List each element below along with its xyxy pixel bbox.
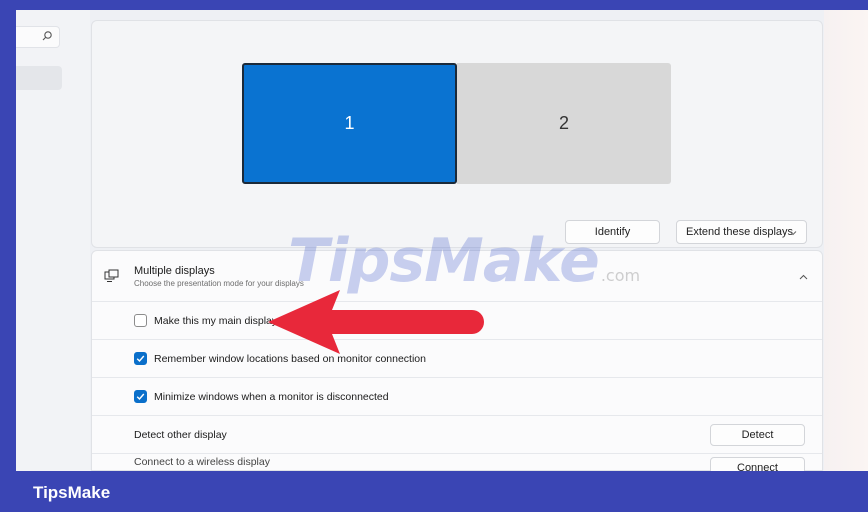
section-title: Multiple displays [134, 265, 215, 277]
minimize-windows-label: Minimize windows when a monitor is disco… [154, 390, 389, 403]
multiple-displays-section: Multiple displays Choose the presentatio… [91, 250, 823, 471]
checkmark-icon [136, 393, 145, 401]
nav-selected-item[interactable] [16, 66, 62, 90]
detect-button[interactable]: Detect [710, 424, 805, 446]
identify-button[interactable]: Identify [565, 220, 660, 244]
chevron-down-icon [789, 231, 797, 236]
display-mode-value: Extend these displays [686, 226, 794, 238]
multiple-displays-icon [104, 269, 119, 282]
monitor-1[interactable]: 1 [242, 63, 457, 184]
monitor-1-number: 1 [344, 113, 355, 133]
navigation-pane [16, 10, 90, 471]
remember-locations-checkbox[interactable] [134, 352, 147, 365]
display-mode-dropdown[interactable]: Extend these displays [676, 220, 807, 244]
option-row-minimize-windows[interactable]: Minimize windows when a monitor is disco… [92, 377, 822, 415]
annotation-arrow-icon [268, 290, 484, 354]
footer-bar: TipsMake [0, 471, 868, 512]
footer-logo: TipsMake [33, 483, 111, 502]
main-display-label: Make this my main display [154, 314, 278, 327]
search-icon [42, 31, 52, 41]
detect-display-row: Detect other display Detect [92, 415, 822, 453]
window-edge [824, 10, 868, 471]
monitor-2-number: 2 [558, 113, 569, 133]
monitor-2[interactable]: 2 [457, 63, 671, 184]
checkmark-icon [136, 355, 145, 363]
detect-display-label: Detect other display [134, 428, 227, 441]
wireless-display-row: Connect to a wireless display Connect [92, 453, 822, 471]
search-box[interactable] [16, 26, 60, 48]
settings-window: 1 2 Identify Extend these displays Multi… [16, 10, 868, 471]
display-arrangement-panel: 1 2 Identify Extend these displays [91, 20, 823, 248]
minimize-windows-checkbox[interactable] [134, 390, 147, 403]
chevron-up-icon[interactable] [799, 273, 808, 282]
main-display-checkbox[interactable] [134, 314, 147, 327]
connect-button[interactable]: Connect [710, 457, 805, 471]
wireless-display-label: Connect to a wireless display [134, 456, 270, 468]
